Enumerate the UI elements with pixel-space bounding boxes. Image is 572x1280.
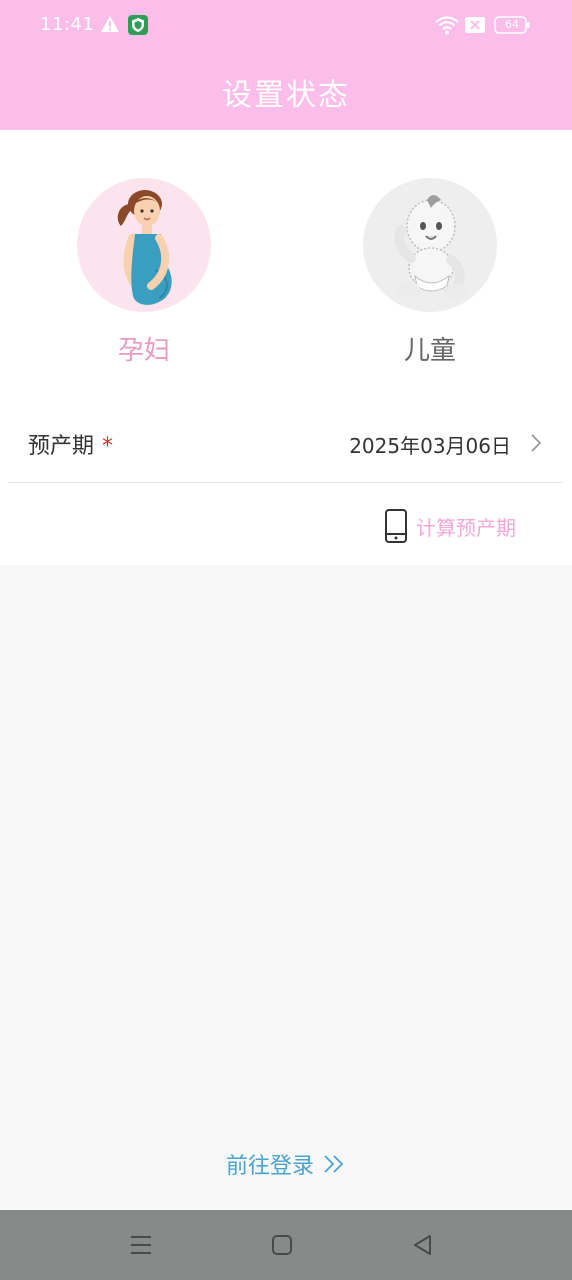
double-chevron-right-icon [324, 1155, 344, 1173]
go-login-label: 前往登录 [225, 1154, 314, 1179]
header-bar: 11:41 64 设置状态 [0, 0, 572, 130]
menu-icon[interactable] [128, 1232, 154, 1258]
role-option-child[interactable]: 儿童 [360, 178, 500, 367]
sim-icon [465, 17, 485, 33]
calc-due-date-link[interactable]: 计算预产期 [384, 506, 516, 546]
status-card: 孕妇 儿童 预产期 * 2025年03月06日 计算预产期 [0, 130, 572, 565]
pregnant-woman-icon [117, 190, 172, 305]
due-date-label: 预产期 * [28, 428, 113, 460]
home-icon[interactable] [269, 1232, 295, 1258]
due-date-value: 2025年03月06日 [349, 434, 511, 458]
role-label-child: 儿童 [403, 336, 456, 366]
calc-due-date-label: 计算预产期 [416, 515, 516, 540]
system-navigation-bar [0, 1210, 572, 1280]
due-date-row[interactable]: 预产期 * 2025年03月06日 [8, 400, 563, 483]
role-option-pregnant[interactable]: 孕妇 [74, 178, 214, 367]
chevron-right-icon [531, 434, 542, 452]
status-time: 11:41 [40, 14, 95, 35]
go-login-link[interactable]: 前往登录 [0, 1148, 572, 1180]
role-label-pregnant: 孕妇 [117, 336, 170, 366]
wifi-icon [435, 16, 459, 35]
battery-level: 64 [505, 18, 519, 31]
required-mark: * [102, 434, 114, 459]
page-title: 设置状态 [222, 78, 350, 113]
shield-icon [128, 15, 148, 35]
pregnant-woman-avatar [77, 178, 211, 312]
baby-avatar [363, 178, 497, 312]
phone-icon [385, 509, 407, 543]
back-icon[interactable] [410, 1232, 436, 1258]
warning-icon [101, 16, 119, 32]
due-date-label-text: 预产期 [28, 434, 95, 459]
baby-icon [394, 195, 467, 300]
